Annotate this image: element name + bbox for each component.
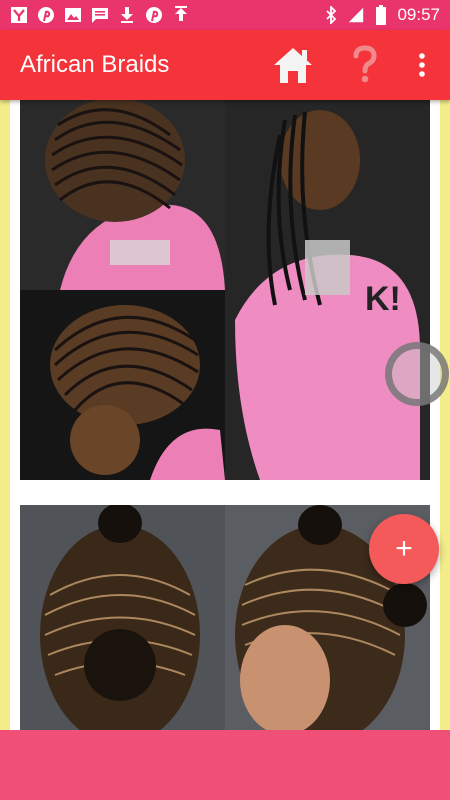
more-vert-icon xyxy=(419,53,425,77)
bottom-ad-banner[interactable] xyxy=(0,730,450,800)
pinterest-icon xyxy=(37,6,55,24)
plus-label: + xyxy=(395,532,413,565)
download-icon xyxy=(118,6,136,24)
home-icon xyxy=(274,48,312,83)
home-button[interactable] xyxy=(258,30,328,100)
signal-icon xyxy=(347,6,365,24)
pinterest-icon xyxy=(145,6,163,24)
svg-text:K!: K! xyxy=(365,280,401,318)
braid-collage-image: K! xyxy=(20,100,430,480)
bluetooth-icon xyxy=(322,6,340,24)
help-icon xyxy=(353,45,377,83)
gallery-list[interactable]: K! xyxy=(10,100,440,730)
message-icon xyxy=(91,6,109,24)
upload-icon xyxy=(172,6,190,24)
image-icon xyxy=(64,6,82,24)
status-time: 09:57 xyxy=(397,5,440,24)
status-bar: 09:57 xyxy=(0,0,450,30)
overflow-menu-button[interactable] xyxy=(400,30,444,100)
system-icons: 09:57 xyxy=(322,5,450,25)
braid-photo-card[interactable]: K! xyxy=(20,100,430,480)
braid-photo-card[interactable] xyxy=(20,505,430,730)
braid-collage-image xyxy=(20,505,430,730)
help-button[interactable] xyxy=(330,30,400,100)
battery-icon xyxy=(372,5,390,25)
fast-scroll-handle[interactable] xyxy=(385,342,449,406)
add-fab-button[interactable]: + xyxy=(369,514,439,584)
yahoo-icon xyxy=(10,6,28,24)
notification-icons xyxy=(0,6,190,24)
app-title: African Braids xyxy=(20,51,170,78)
app-bar: African Braids xyxy=(0,30,450,100)
